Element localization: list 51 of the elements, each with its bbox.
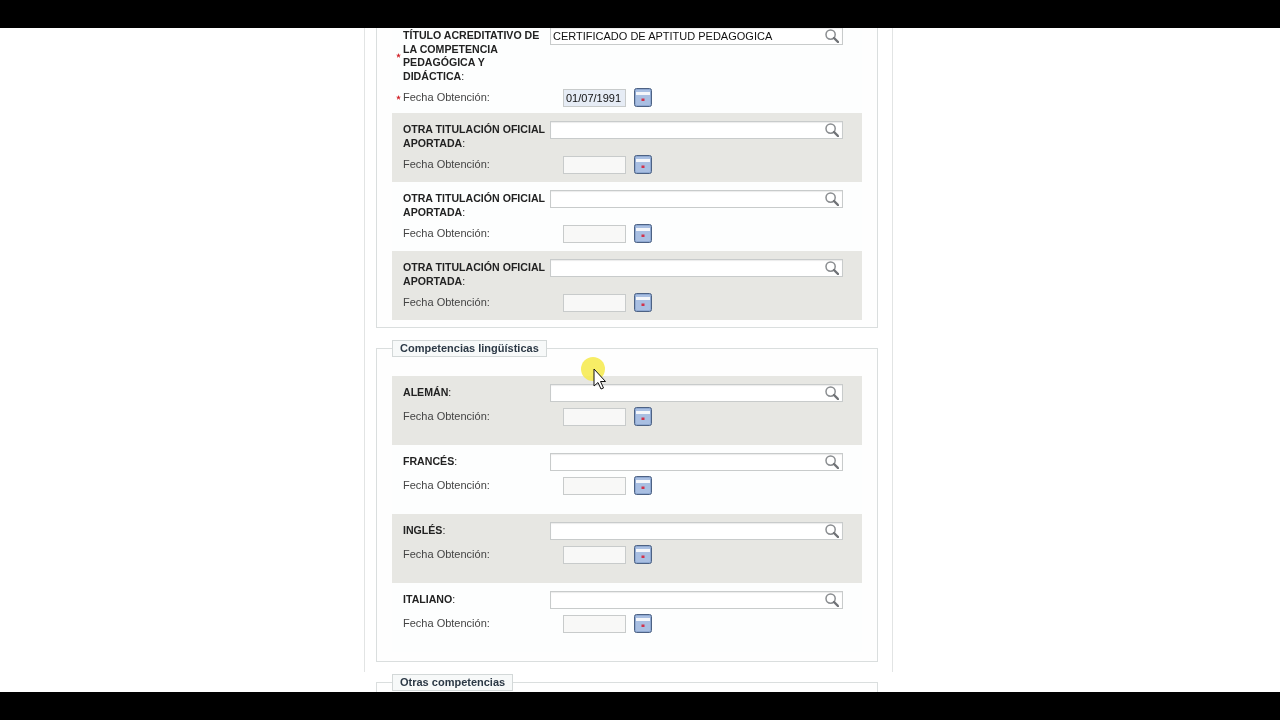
date-label: Fecha Obtención: (403, 91, 490, 103)
date-label: Fecha Obtención: (403, 227, 490, 239)
search-field[interactable] (550, 190, 843, 208)
date-label: Fecha Obtención: (403, 617, 490, 629)
calendar-button[interactable] (634, 614, 652, 633)
calendar-button[interactable] (634, 545, 652, 564)
calendar-button[interactable] (634, 155, 652, 174)
search-field[interactable] (550, 384, 843, 402)
calendar-button[interactable] (634, 224, 652, 243)
date-field[interactable] (563, 614, 626, 633)
section-legend: Competencias lingüísticas (392, 340, 547, 357)
search-icon[interactable] (825, 455, 839, 469)
field-label: TÍTULO ACREDITATIVO DE LA COMPETENCIA PEDAGÓGICA Y DIDÁCTICA: (403, 29, 540, 82)
search-field[interactable] (550, 453, 843, 471)
date-field[interactable] (563, 293, 626, 312)
date-label: Fecha Obtención: (403, 548, 490, 560)
date-field[interactable] (563, 224, 626, 243)
date-label: Fecha Obtención: (403, 158, 490, 170)
search-field[interactable] (550, 522, 843, 540)
calendar-button[interactable] (634, 407, 652, 426)
search-icon[interactable] (825, 524, 839, 538)
calendar-button[interactable] (634, 476, 652, 495)
field-label: OTRA TITULACIÓN OFICIAL APORTADA: (403, 192, 545, 218)
date-label: Fecha Obtención: (403, 479, 490, 491)
date-label: Fecha Obtención: (403, 410, 490, 422)
field-label: OTRA TITULACIÓN OFICIAL APORTADA: (403, 123, 545, 149)
field-label: OTRA TITULACIÓN OFICIAL APORTADA: (403, 261, 545, 287)
search-icon[interactable] (825, 29, 839, 43)
search-icon[interactable] (825, 192, 839, 206)
field-label: ALEMÁN: (403, 386, 452, 398)
date-field[interactable] (563, 407, 626, 426)
search-icon[interactable] (825, 123, 839, 137)
date-label: Fecha Obtención: (403, 296, 490, 308)
search-field[interactable] (550, 121, 843, 139)
search-icon[interactable] (825, 386, 839, 400)
calendar-button[interactable] (634, 293, 652, 312)
section-legend: Otras competencias (392, 674, 514, 691)
search-field[interactable]: CERTIFICADO DE APTITUD PEDAGOGICA (550, 28, 843, 45)
field-label: FRANCÉS: (403, 455, 458, 467)
date-field[interactable] (563, 545, 626, 564)
search-field[interactable] (550, 591, 843, 609)
date-field[interactable] (563, 476, 626, 495)
search-field[interactable] (550, 259, 843, 277)
mouse-pointer-icon (581, 356, 607, 390)
field-label: ITALIANO: (403, 593, 456, 605)
calendar-button[interactable] (634, 88, 652, 107)
date-field[interactable] (563, 155, 626, 174)
date-field[interactable]: 01/07/1991 (563, 88, 626, 107)
field-label: INGLÉS: (403, 524, 446, 536)
search-icon[interactable] (825, 593, 839, 607)
search-icon[interactable] (825, 261, 839, 275)
